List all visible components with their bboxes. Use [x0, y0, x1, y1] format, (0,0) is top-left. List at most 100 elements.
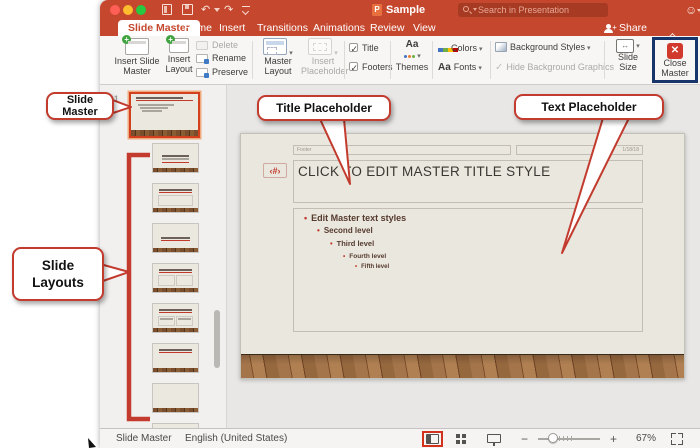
layout-thumbnail-blank[interactable]: [152, 383, 199, 413]
insert-layout-button[interactable]: + Insert Layout: [162, 35, 196, 74]
preserve-icon: [196, 68, 209, 78]
fonts-button[interactable]: Aa Fonts: [438, 61, 482, 73]
share-button[interactable]: Share: [604, 20, 647, 36]
master-slide-number: 1: [114, 94, 120, 104]
mouse-cursor: [88, 438, 96, 448]
master-layout-icon: [263, 38, 288, 55]
slide-number-placeholder[interactable]: ‹#›: [263, 163, 287, 178]
toolbar-options-icon[interactable]: [241, 6, 250, 20]
checkbox-checked-gray-icon: [495, 62, 506, 72]
insert-slide-master-icon: +: [122, 35, 149, 55]
annotation-highlight-box: [422, 431, 443, 447]
undo-dropdown-icon[interactable]: [214, 8, 220, 12]
colors-palette-icon: [438, 48, 458, 56]
bullet-level-4[interactable]: • Fourth level: [343, 253, 386, 260]
rename-icon: [196, 54, 209, 64]
search-icon: [463, 6, 469, 12]
background-styles-button[interactable]: Background Styles: [495, 41, 591, 53]
callout-text-placeholder: Text Placeholder: [514, 94, 664, 120]
close-master-x-icon: [667, 43, 683, 59]
insert-placeholder-icon: [308, 38, 333, 55]
colors-button[interactable]: Colors: [438, 42, 483, 54]
themes-icon: Aa: [405, 39, 419, 50]
insert-placeholder-button[interactable]: Insert Placeholder: [301, 38, 349, 76]
insert-slide-master-button[interactable]: + Insert Slide Master: [112, 35, 162, 76]
preserve-button[interactable]: Preserve: [196, 66, 248, 78]
layout-thumbnail-title-content[interactable]: [152, 183, 199, 213]
ribbon-separator: [490, 41, 491, 79]
callout-slide-master: Slide Master: [46, 92, 114, 120]
delete-icon: [196, 41, 208, 50]
new-presentation-icon[interactable]: [162, 4, 172, 15]
tab-review[interactable]: Review: [370, 20, 404, 36]
slide-sorter-view-icon[interactable]: [456, 434, 466, 444]
layout-thumbnail-title-only[interactable]: [152, 343, 199, 373]
panel-scrollbar[interactable]: [214, 310, 220, 368]
slide-show-view-icon[interactable]: [487, 434, 501, 446]
insert-layout-icon: +: [166, 35, 189, 53]
tab-home[interactable]: Home: [184, 20, 212, 36]
hide-background-graphics-checkbox[interactable]: Hide Background Graphics: [495, 61, 614, 73]
tab-insert[interactable]: Insert: [219, 20, 245, 36]
ribbon-tab-bar: Slide Master Home Insert Transitions Ani…: [100, 20, 700, 41]
screenshot-root: P Sample ☺ Slide Master Home Insert Tran…: [0, 0, 700, 448]
layout-thumbnail-comparison[interactable]: [152, 303, 199, 333]
master-title-text[interactable]: CLICK TO EDIT MASTER TITLE STYLE: [298, 164, 550, 179]
save-icon[interactable]: [182, 4, 193, 15]
status-bar: Slide Master English (United States) − +…: [100, 428, 700, 448]
zoom-window-button[interactable]: [136, 5, 146, 15]
search-input[interactable]: [458, 3, 608, 17]
status-view-label: Slide Master: [116, 433, 172, 444]
workspace: 1 Footer 1/18/18 ‹#› CLICK TO EDIT MASTE…: [100, 85, 700, 428]
ribbon-separator: [252, 41, 253, 79]
tab-transitions[interactable]: Transitions: [257, 20, 308, 36]
rename-button[interactable]: Rename: [196, 52, 246, 64]
slide-size-button[interactable]: ↔ Slide Size: [608, 39, 648, 72]
footer-placeholder[interactable]: Footer: [293, 145, 511, 155]
date-placeholder[interactable]: 1/18/18: [516, 145, 643, 155]
ribbon-separator: [432, 41, 433, 79]
background-styles-icon: [495, 42, 507, 52]
powerpoint-window: P Sample ☺ Slide Master Home Insert Tran…: [100, 0, 700, 448]
ribbon-separator: [390, 41, 391, 79]
feedback-smiley-icon[interactable]: ☺: [685, 3, 697, 17]
person-plus-icon: [604, 20, 617, 36]
bullet-level-1[interactable]: • Edit Master text styles: [304, 213, 406, 223]
title-checkbox[interactable]: Title: [349, 42, 379, 55]
delete-button[interactable]: Delete: [196, 39, 238, 51]
close-master-button[interactable]: Close Master: [652, 37, 698, 83]
bullet-level-5[interactable]: • Fifth level: [355, 264, 389, 270]
layout-thumbnail-title-slide[interactable]: [152, 143, 199, 173]
minimize-window-button[interactable]: [123, 5, 133, 15]
text-placeholder-box[interactable]: • Edit Master text styles • Second level •…: [293, 208, 643, 332]
master-layout-button[interactable]: Master Layout: [257, 38, 299, 76]
checkbox-checked-icon: [349, 62, 358, 74]
slide-size-icon: ↔: [616, 39, 635, 53]
fit-slide-to-window-icon[interactable]: [671, 433, 683, 445]
slide-master-canvas[interactable]: Footer 1/18/18 ‹#› CLICK TO EDIT MASTER …: [240, 133, 685, 379]
layout-thumbnail-two-content[interactable]: [152, 263, 199, 293]
layout-thumbnail-section-header[interactable]: [152, 223, 199, 253]
undo-icon[interactable]: [201, 3, 210, 17]
themes-palette-dots-icon: [394, 50, 430, 60]
zoom-percentage[interactable]: 67%: [636, 433, 656, 444]
close-window-button[interactable]: [110, 5, 120, 15]
bullet-level-2[interactable]: • Second level: [317, 226, 373, 235]
fonts-aa-icon: Aa: [438, 62, 451, 73]
checkbox-checked-icon: [349, 43, 358, 55]
footers-checkbox[interactable]: Footers: [349, 61, 393, 74]
zoom-out-icon[interactable]: −: [521, 432, 528, 446]
themes-button[interactable]: Aa Themes: [394, 40, 430, 73]
slide-master-thumbnail[interactable]: [129, 92, 200, 138]
tab-animations[interactable]: Animations: [313, 20, 365, 36]
status-language[interactable]: English (United States): [185, 433, 287, 444]
redo-icon[interactable]: [224, 3, 233, 17]
zoom-in-icon[interactable]: +: [610, 432, 617, 446]
thumbnail-panel: 1: [100, 85, 227, 428]
zoom-slider-handle[interactable]: [548, 433, 558, 443]
bullet-level-3[interactable]: • Third level: [330, 239, 374, 248]
ribbon-separator: [344, 41, 345, 79]
search-scope-dropdown-icon[interactable]: [473, 8, 477, 11]
tab-view[interactable]: View: [413, 20, 436, 36]
presentation-file-icon: P: [372, 4, 382, 16]
